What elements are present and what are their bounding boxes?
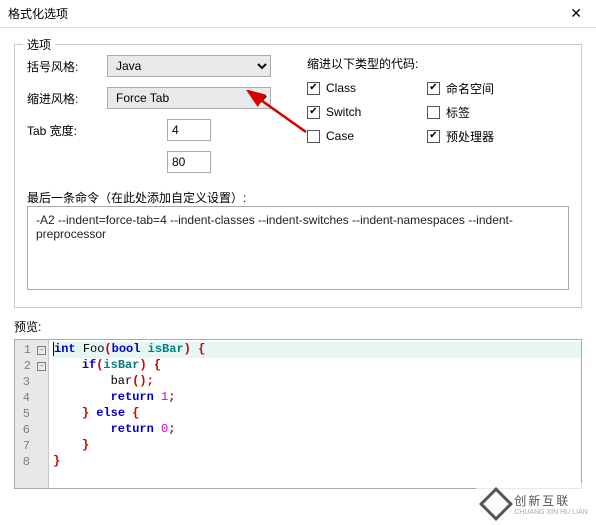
window-title: 格式化选项 bbox=[8, 5, 564, 22]
code-area[interactable]: int Foo(bool isBar) { if(isBar) { bar();… bbox=[49, 340, 581, 488]
check-case[interactable]: Case bbox=[307, 124, 427, 148]
wrap-width-input[interactable] bbox=[167, 151, 211, 173]
preview-label: 预览: bbox=[14, 318, 596, 335]
line-gutter: 1− 2− 3 4 5 6 7 8 bbox=[15, 340, 49, 488]
brace-style-label: 括号风格: bbox=[27, 58, 107, 75]
checkbox-icon bbox=[427, 82, 440, 95]
last-command-field[interactable]: -A2 --indent=force-tab=4 --indent-classe… bbox=[27, 206, 569, 290]
options-groupbox: 选项 括号风格: Java 缩进风格: Force Tab Tab 宽度: bbox=[14, 44, 582, 308]
close-icon[interactable]: ✕ bbox=[564, 5, 588, 22]
watermark-logo-icon bbox=[479, 487, 513, 521]
check-class[interactable]: Class bbox=[307, 76, 427, 100]
check-label[interactable]: 标签 bbox=[427, 100, 547, 124]
indent-types-heading: 缩进以下类型的代码: bbox=[307, 55, 569, 72]
brace-style-select[interactable]: Java bbox=[107, 55, 271, 77]
watermark: 创新互联 CHUANG XIN HU LIAN bbox=[476, 483, 596, 525]
check-namespace[interactable]: 命名空间 bbox=[427, 76, 547, 100]
options-group-label: 选项 bbox=[23, 36, 55, 53]
indent-types-checks: Class 命名空间 Switch 标签 bbox=[307, 76, 569, 148]
checkbox-icon bbox=[307, 130, 320, 143]
tab-width-input[interactable] bbox=[167, 119, 211, 141]
indent-style-label: 缩进风格: bbox=[27, 90, 107, 107]
indent-style-select[interactable]: Force Tab bbox=[107, 87, 271, 109]
checkbox-icon bbox=[307, 82, 320, 95]
checkbox-icon bbox=[427, 106, 440, 119]
code-preview: 1− 2− 3 4 5 6 7 8 int Foo(bool isBar) { … bbox=[14, 339, 582, 489]
tab-width-label: Tab 宽度: bbox=[27, 122, 107, 139]
last-command-label: 最后一条命令（在此处添加自定义设置）: bbox=[27, 189, 569, 206]
checkbox-icon bbox=[307, 106, 320, 119]
check-switch[interactable]: Switch bbox=[307, 100, 427, 124]
checkbox-icon bbox=[427, 130, 440, 143]
check-preprocessor[interactable]: 预处理器 bbox=[427, 124, 547, 148]
window-titlebar: 格式化选项 ✕ bbox=[0, 0, 596, 28]
